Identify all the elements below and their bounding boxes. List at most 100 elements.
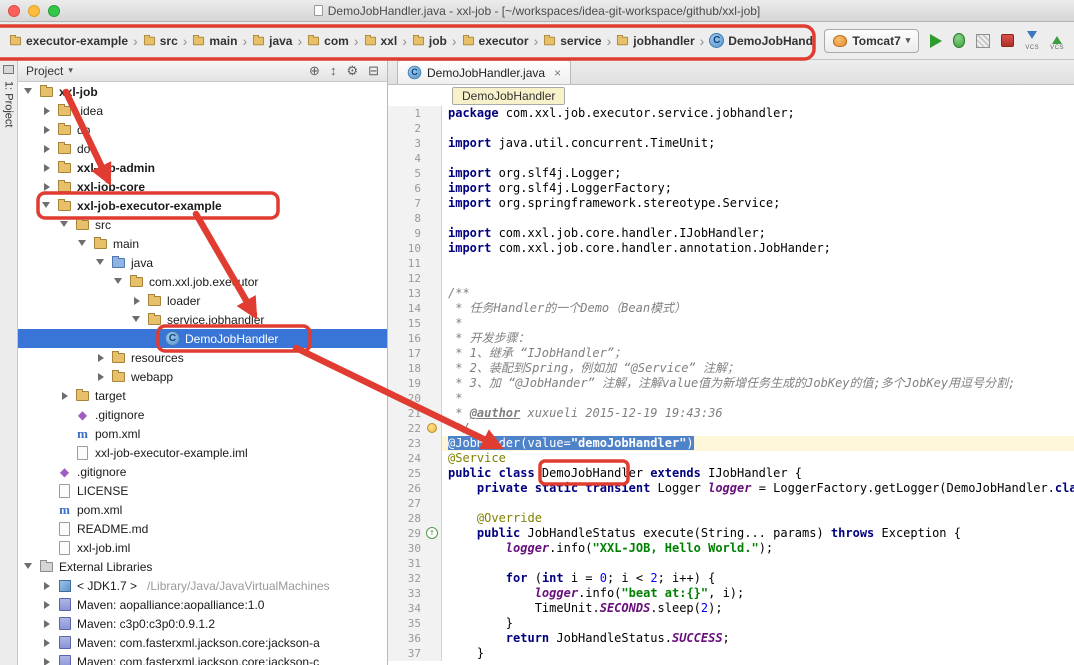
chevron-right-icon[interactable] — [42, 107, 52, 115]
tree-item-xxl-job-admin[interactable]: xxl-job-admin — [18, 158, 387, 177]
code-line-33[interactable]: 33 logger.info("beat at:{}", i); — [388, 586, 1074, 601]
code-line-31[interactable]: 31 — [388, 556, 1074, 571]
tree-item-xxl-job-core[interactable]: xxl-job-core — [18, 177, 387, 196]
chevron-right-icon[interactable] — [42, 126, 52, 134]
close-tab-icon[interactable]: × — [554, 66, 561, 80]
code-line-3[interactable]: 3import java.util.concurrent.TimeUnit; — [388, 136, 1074, 151]
override-marker-icon[interactable]: ↑ — [426, 527, 438, 539]
tree-item-license[interactable]: LICENSE — [18, 481, 387, 500]
chevron-down-icon[interactable] — [78, 237, 88, 250]
tree-item-xxl-job-iml[interactable]: xxl-job.iml — [18, 538, 387, 557]
breadcrumb-item-com[interactable]: com — [304, 32, 352, 50]
tree-item-demojobhandler[interactable]: CDemoJobHandler — [18, 329, 387, 348]
breadcrumb-item-executor[interactable]: executor — [459, 32, 532, 50]
chevron-down-icon[interactable] — [24, 85, 34, 98]
tree-item-webapp[interactable]: webapp — [18, 367, 387, 386]
zoom-window-button[interactable] — [48, 5, 60, 17]
code-line-30[interactable]: 30 logger.info("XXL-JOB, Hello World."); — [388, 541, 1074, 556]
code-line-26[interactable]: 26 private static transient Logger logge… — [388, 481, 1074, 496]
code-line-12[interactable]: 12 — [388, 271, 1074, 286]
tree-item-maven-aopalliance-aopalliance-1-0[interactable]: Maven: aopalliance:aopalliance:1.0 — [18, 595, 387, 614]
settings-gear-icon[interactable]: ⚙ — [346, 63, 358, 79]
chevron-down-icon[interactable] — [24, 560, 34, 573]
collapse-all-icon[interactable]: ⊟ — [368, 63, 379, 79]
chevron-down-icon[interactable] — [96, 256, 106, 269]
chevron-right-icon[interactable] — [42, 145, 52, 153]
breadcrumb-item-java[interactable]: java — [249, 32, 295, 50]
breadcrumb-item-src[interactable]: src — [140, 32, 181, 50]
code-line-13[interactable]: 13/** — [388, 286, 1074, 301]
breadcrumb-item-xxl[interactable]: xxl — [361, 32, 401, 50]
tree-item-main[interactable]: main — [18, 234, 387, 253]
code-line-24[interactable]: 24@Service — [388, 451, 1074, 466]
tree-item-readme-md[interactable]: README.md — [18, 519, 387, 538]
vcs-update-button[interactable]: VCS — [1025, 31, 1039, 51]
code-line-9[interactable]: 9import com.xxl.job.core.handler.IJobHan… — [388, 226, 1074, 241]
chevron-right-icon[interactable] — [96, 373, 106, 381]
code-line-32[interactable]: 32 for (int i = 0; i < 2; i++) { — [388, 571, 1074, 586]
tool-windows-icon[interactable] — [3, 65, 14, 74]
locate-icon[interactable]: ⊕ — [309, 63, 320, 79]
tree-item-maven-com-fasterxml-jackson-core-jackson-a[interactable]: Maven: com.fasterxml.jackson.core:jackso… — [18, 633, 387, 652]
breadcrumb-item-job[interactable]: job — [409, 32, 450, 50]
breadcrumb-item-service[interactable]: service — [540, 32, 604, 50]
chevron-right-icon[interactable] — [42, 601, 52, 609]
breadcrumb-item-executor-example[interactable]: executor-example — [6, 32, 131, 50]
tree-item-resources[interactable]: resources — [18, 348, 387, 367]
tree-item-doc[interactable]: doc — [18, 139, 387, 158]
tree-item-pom-xml[interactable]: mpom.xml — [18, 424, 387, 443]
code-line-29[interactable]: 29↑ public JobHandleStatus execute(Strin… — [388, 526, 1074, 541]
tree-item-maven-com-fasterxml-jackson-core-jackson-c[interactable]: Maven: com.fasterxml.jackson.core:jackso… — [18, 652, 387, 665]
tree-item-target[interactable]: target — [18, 386, 387, 405]
code-line-8[interactable]: 8 — [388, 211, 1074, 226]
project-view-select[interactable]: Project ▾ — [26, 64, 309, 78]
code-line-10[interactable]: 10import com.xxl.job.core.handler.annota… — [388, 241, 1074, 256]
code-line-23[interactable]: 23@JobHander(value="demoJobHandler") — [388, 436, 1074, 451]
tree-item-gitignore[interactable]: ◆.gitignore — [18, 462, 387, 481]
chevron-right-icon[interactable] — [42, 658, 52, 665]
chevron-right-icon[interactable] — [42, 183, 52, 191]
tree-item-loader[interactable]: loader — [18, 291, 387, 310]
tree-item-xxl-job-executor-example-iml[interactable]: xxl-job-executor-example.iml — [18, 443, 387, 462]
stop-button[interactable] — [1001, 34, 1014, 47]
code-line-35[interactable]: 35 } — [388, 616, 1074, 631]
code-line-34[interactable]: 34 TimeUnit.SECONDS.sleep(2); — [388, 601, 1074, 616]
chevron-right-icon[interactable] — [132, 297, 142, 305]
code-line-19[interactable]: 19 * 3、加 “@JobHander” 注解，注解value值为新增任务生成… — [388, 376, 1074, 391]
project-tool-button[interactable]: 1: Project — [3, 81, 15, 127]
tree-item-external-libraries[interactable]: External Libraries — [18, 557, 387, 576]
code-line-27[interactable]: 27 — [388, 496, 1074, 511]
chevron-down-icon[interactable] — [132, 313, 142, 326]
run-configuration-select[interactable]: Tomcat7 ▾ — [824, 29, 919, 53]
code-line-21[interactable]: 21 * @author xuxueli 2015-12-19 19:43:36 — [388, 406, 1074, 421]
tree-item-idea[interactable]: .idea — [18, 101, 387, 120]
code-line-37[interactable]: 37 } — [388, 646, 1074, 661]
breadcrumb-item-jobhandler[interactable]: jobhandler — [613, 32, 697, 50]
code-line-4[interactable]: 4 — [388, 151, 1074, 166]
code-line-18[interactable]: 18 * 2、装配到Spring，例如加 “@Service” 注解； — [388, 361, 1074, 376]
code-line-20[interactable]: 20 * — [388, 391, 1074, 406]
code-line-1[interactable]: 1package com.xxl.job.executor.service.jo… — [388, 106, 1074, 121]
chevron-down-icon[interactable] — [42, 199, 52, 212]
tree-item-db[interactable]: db — [18, 120, 387, 139]
minimize-window-button[interactable] — [28, 5, 40, 17]
chevron-right-icon[interactable] — [42, 582, 52, 590]
tree-item-src[interactable]: src — [18, 215, 387, 234]
editor-tab-demojobhandler[interactable]: C DemoJobHandler.java × — [397, 60, 571, 84]
code-line-36[interactable]: 36 return JobHandleStatus.SUCCESS; — [388, 631, 1074, 646]
scroll-from-source-icon[interactable]: ↕ — [330, 63, 337, 79]
code-line-22[interactable]: 22 */ — [388, 421, 1074, 436]
chevron-right-icon[interactable] — [60, 392, 70, 400]
tree-item-service-jobhandler[interactable]: service.jobhandler — [18, 310, 387, 329]
close-window-button[interactable] — [8, 5, 20, 17]
code-line-14[interactable]: 14 * 任务Handler的一个Demo（Bean模式） — [388, 301, 1074, 316]
code-line-6[interactable]: 6import org.slf4j.LoggerFactory; — [388, 181, 1074, 196]
code-line-17[interactable]: 17 * 1、继承 “IJobHandler”； — [388, 346, 1074, 361]
chevron-right-icon[interactable] — [42, 164, 52, 172]
chevron-down-icon[interactable] — [60, 218, 70, 231]
tree-item-jdk1-7[interactable]: < JDK1.7 >/Library/Java/JavaVirtualMachi… — [18, 576, 387, 595]
chevron-right-icon[interactable] — [42, 639, 52, 647]
tree-item-java[interactable]: java — [18, 253, 387, 272]
run-button[interactable] — [930, 34, 942, 48]
code-line-25[interactable]: 25public class DemoJobHandler extends IJ… — [388, 466, 1074, 481]
